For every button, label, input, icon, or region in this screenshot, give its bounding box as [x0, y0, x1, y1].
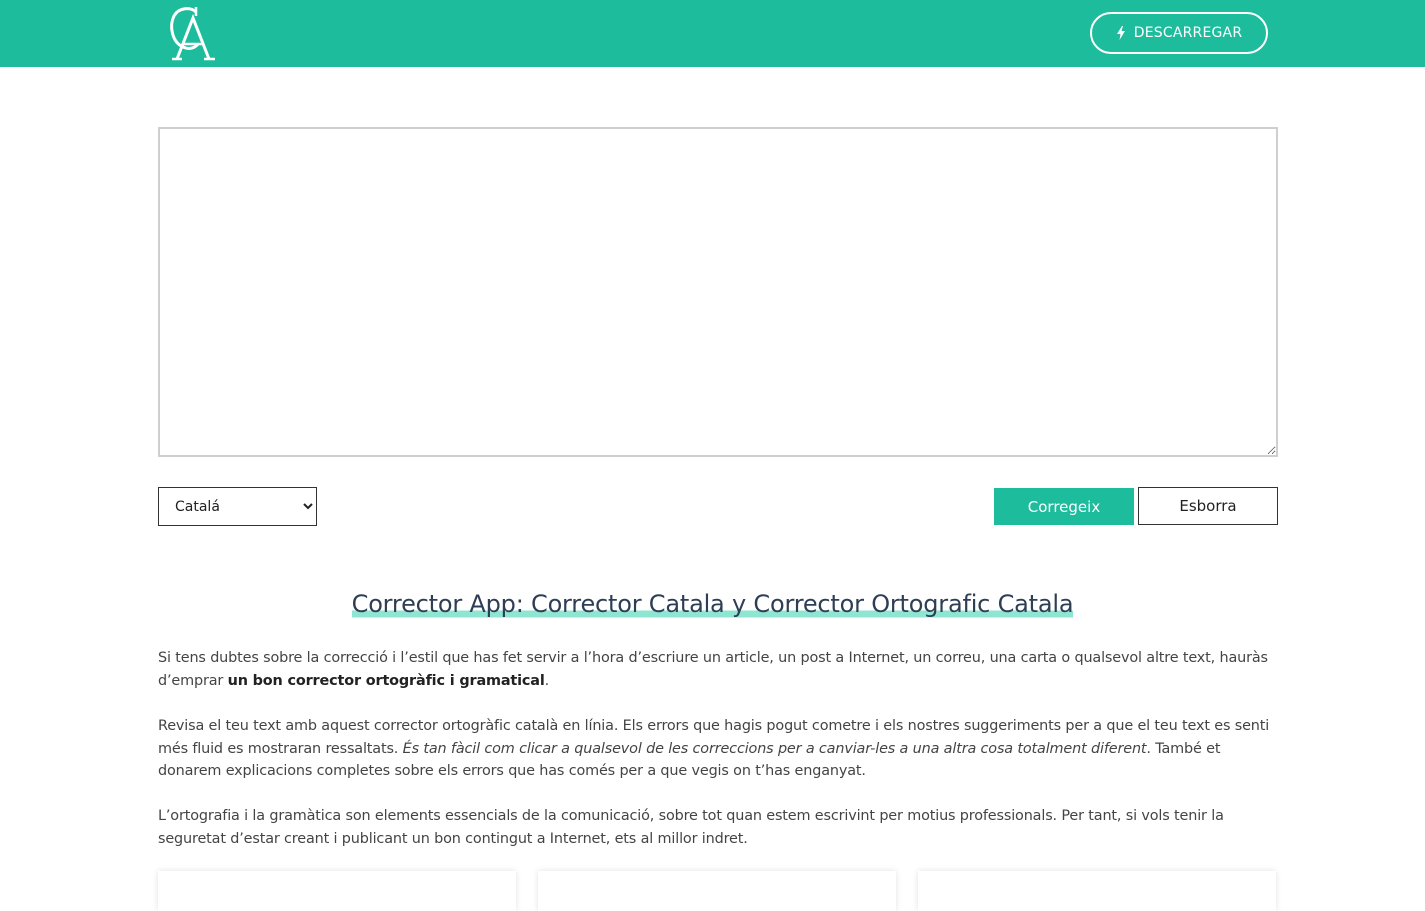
page-title-wrapper: Corrector App: Corrector Catala y Correc… [0, 588, 1425, 620]
top-navbar: DESCARREGAR [0, 0, 1425, 67]
download-button-label: DESCARREGAR [1133, 25, 1243, 41]
language-select[interactable]: Catalá [158, 487, 317, 526]
page-title: Corrector App: Corrector Catala y Correc… [351, 588, 1074, 620]
correct-button[interactable]: Corregeix [994, 488, 1134, 525]
feature-card [538, 871, 896, 911]
intro-bold-text: un bon corrector ortogràfic i gramatical [227, 672, 545, 689]
text-editor[interactable] [158, 127, 1278, 457]
grammar-text: L’ortografia i la gramàtica son elements… [158, 808, 1224, 847]
review-paragraph: Revisa el teu text amb aquest corrector … [158, 715, 1280, 783]
clear-button[interactable]: Esborra [1138, 487, 1278, 525]
review-italic-text: És tan fàcil com clicar a qualsevol de l… [402, 740, 1147, 757]
grammar-paragraph: L’ortografia i la gramàtica son elements… [158, 805, 1280, 850]
logo-ca-monogram-icon [170, 7, 215, 61]
intro-paragraph: Si tens dubtes sobre la correcció i l’es… [158, 647, 1280, 692]
logo[interactable] [165, 4, 219, 62]
bolt-icon [1116, 26, 1125, 40]
feature-card [918, 871, 1276, 911]
intro-end: . [544, 672, 550, 689]
download-button[interactable]: DESCARREGAR [1090, 12, 1268, 54]
feature-card [158, 871, 516, 911]
